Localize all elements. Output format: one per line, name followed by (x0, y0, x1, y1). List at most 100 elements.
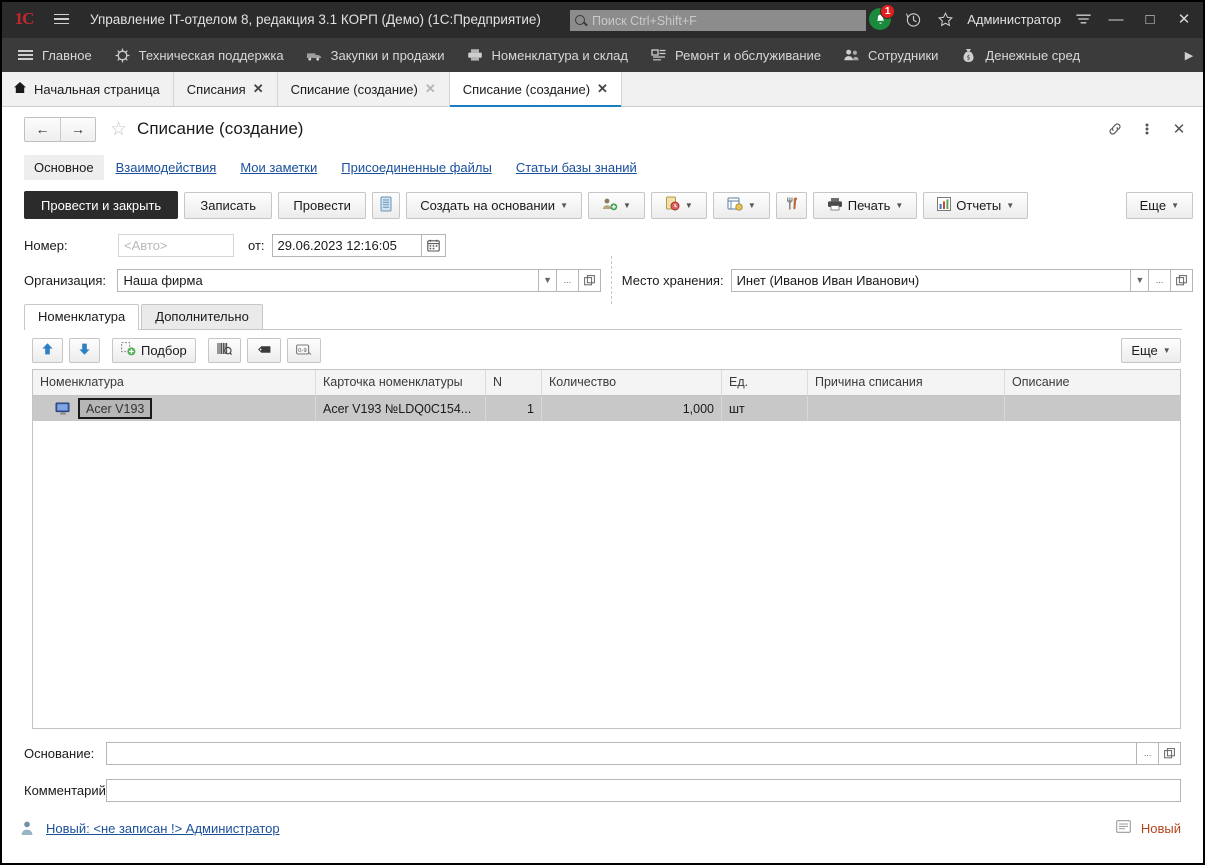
tab-label: Списания (187, 82, 246, 97)
tab-close-icon[interactable]: ✕ (253, 81, 264, 97)
journal-button[interactable]: ▼ (713, 192, 770, 219)
contacts-add-button[interactable]: ▼ (588, 192, 645, 219)
post-and-close-button[interactable]: Провести и закрыть (24, 191, 178, 219)
section-label: Номенклатура и склад (492, 48, 628, 63)
tab-spisanie-create-1[interactable]: Списание (создание) ✕ (278, 72, 450, 106)
tab-label: Списание (создание) (463, 82, 590, 97)
cell-quantity[interactable]: 1,000 (542, 396, 722, 421)
form-header-actions: ✕ (1101, 116, 1193, 142)
move-down-button[interactable] (69, 338, 100, 363)
tools-button[interactable] (776, 192, 807, 219)
tab-home[interactable]: Начальная страница (0, 72, 174, 106)
storage-select-button[interactable]: ... (1149, 269, 1171, 292)
add-favorite-icon[interactable]: ☆ (110, 120, 127, 139)
search-input[interactable]: Поиск Ctrl+Shift+F (570, 10, 866, 31)
close-form-icon[interactable]: ✕ (1165, 116, 1193, 142)
link-icon[interactable] (1101, 116, 1129, 142)
print-label: Печать (848, 198, 891, 213)
reports-button[interactable]: Отчеты ▼ (923, 192, 1028, 219)
section-item-money[interactable]: $ Денежные сред (949, 38, 1091, 72)
column-header-reason[interactable]: Причина списания (808, 370, 1005, 395)
table-row[interactable]: Acer V193 Acer V193 №LDQ0C154... 1 1,000… (33, 396, 1180, 421)
basis-open-button[interactable] (1159, 742, 1181, 765)
basis-select-button[interactable]: ... (1137, 742, 1159, 765)
section-more-icon[interactable]: ▶ (1179, 38, 1199, 72)
kebab-menu-icon[interactable] (1133, 116, 1161, 142)
storage-input[interactable]: Инет (Иванов Иван Иванович) (731, 269, 1132, 292)
cell-editor-nomenclature[interactable]: Acer V193 (78, 398, 152, 419)
clock-history-icon[interactable] (897, 0, 929, 38)
section-item-purchases[interactable]: Закупки и продажи (295, 38, 456, 72)
comment-input[interactable] (106, 779, 1181, 802)
serial-number-button[interactable]: 0-9 (287, 338, 321, 363)
storage-dropdown-icon[interactable]: ▼ (1131, 269, 1149, 292)
create-based-on-button[interactable]: Создать на основании ▼ (406, 192, 582, 219)
column-header-quantity[interactable]: Количество (542, 370, 722, 395)
journal-icon (727, 197, 743, 214)
column-header-unit[interactable]: Ед. (722, 370, 808, 395)
tab-close-icon[interactable]: ✕ (425, 81, 436, 97)
basis-input[interactable] (106, 742, 1137, 765)
org-input[interactable]: Наша фирма (117, 269, 539, 292)
nav-link-attached-files[interactable]: Присоединенные файлы (329, 155, 504, 180)
column-header-nomenclature[interactable]: Номенклатура (33, 370, 316, 395)
maximize-button[interactable]: □ (1133, 0, 1167, 38)
select-button[interactable]: Подбор (112, 338, 196, 363)
section-item-main[interactable]: Главное (6, 38, 103, 72)
move-up-button[interactable] (32, 338, 63, 363)
org-select-button[interactable]: ... (557, 269, 579, 292)
tab-spisanie-create-2[interactable]: Списание (создание) ✕ (450, 72, 622, 106)
cell-card[interactable]: Acer V193 №LDQ0C154... (316, 396, 486, 421)
back-button[interactable]: ← (25, 118, 60, 141)
barcode-scan-button[interactable] (208, 338, 241, 363)
write-button[interactable]: Записать (184, 192, 272, 219)
forward-button[interactable]: → (60, 118, 95, 141)
storage-open-button[interactable] (1171, 269, 1193, 292)
table-tab-nomenclature[interactable]: Номенклатура (24, 304, 139, 329)
post-button[interactable]: Провести (278, 192, 366, 219)
grid-more-button[interactable]: Еще ▼ (1121, 338, 1181, 363)
cell-description[interactable] (1005, 396, 1163, 421)
tab-spisaniya[interactable]: Списания ✕ (174, 72, 278, 106)
favorites-star-icon[interactable] (929, 0, 961, 38)
current-user-label[interactable]: Администратор (961, 12, 1067, 27)
close-button[interactable]: ✕ (1167, 0, 1201, 38)
cell-nomenclature[interactable]: Acer V193 (33, 396, 316, 421)
date-input[interactable]: 29.06.2023 12:16:05 (272, 234, 422, 257)
register-button[interactable] (372, 192, 400, 219)
column-header-description[interactable]: Описание (1005, 370, 1163, 395)
table-tab-additional[interactable]: Дополнительно (141, 304, 263, 329)
tab-close-icon[interactable]: ✕ (597, 81, 608, 97)
minimize-button[interactable]: — (1099, 0, 1133, 38)
chart-icon (937, 197, 951, 214)
org-open-button[interactable] (579, 269, 601, 292)
tag-button[interactable] (247, 338, 281, 363)
section-item-nomenclature[interactable]: Номенклатура и склад (456, 38, 639, 72)
cell-unit[interactable]: шт (722, 396, 808, 421)
section-item-support[interactable]: Техническая поддержка (103, 38, 295, 72)
print-button[interactable]: Печать ▼ (813, 192, 918, 219)
calendar-icon[interactable] (422, 234, 446, 257)
section-item-employees[interactable]: Сотрудники (832, 38, 949, 72)
menu-lines-icon[interactable] (1067, 0, 1099, 38)
section-item-repair[interactable]: Ремонт и обслуживание (639, 38, 832, 72)
column-header-card[interactable]: Карточка номенклатуры (316, 370, 486, 395)
nav-link-knowledge-base[interactable]: Статьи базы знаний (504, 155, 649, 180)
number-input[interactable]: <Авто> (118, 234, 234, 257)
file-clock-button[interactable]: ▼ (651, 192, 707, 219)
serial-number-icon: 0-9 (296, 343, 312, 359)
cell-n[interactable]: 1 (486, 396, 542, 421)
nav-link-main[interactable]: Основное (24, 155, 104, 180)
status-link[interactable]: Новый: <не записан !> Администратор (46, 821, 280, 836)
main-menu-icon[interactable] (46, 6, 76, 32)
column-header-n[interactable]: N (486, 370, 542, 395)
monitor-icon (55, 402, 72, 416)
cell-reason[interactable] (808, 396, 1005, 421)
comment-label: Комментарий: (24, 783, 106, 798)
more-button[interactable]: Еще ▼ (1126, 192, 1193, 219)
nav-link-interactions[interactable]: Взаимодействия (104, 155, 229, 180)
search-icon (574, 14, 588, 28)
notifications-button[interactable]: 1 (863, 0, 897, 38)
nav-link-notes[interactable]: Мои заметки (228, 155, 329, 180)
org-dropdown-icon[interactable]: ▼ (539, 269, 557, 292)
